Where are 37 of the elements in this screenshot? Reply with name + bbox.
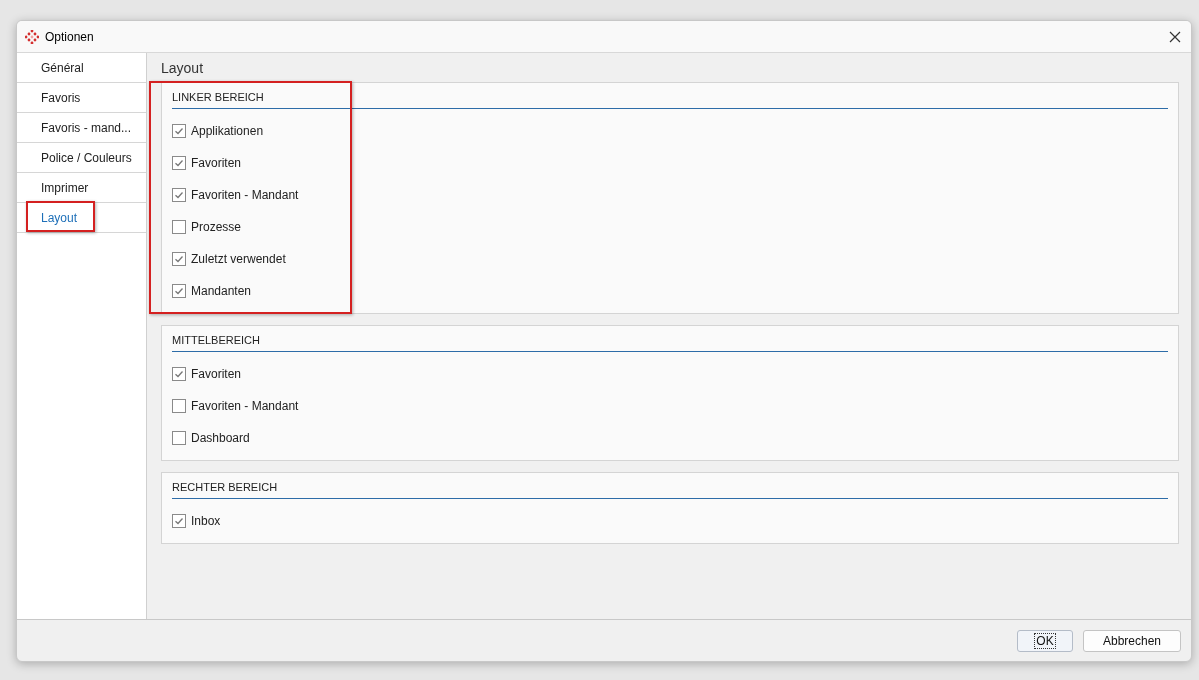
highlight-frame — [26, 201, 95, 232]
checkbox[interactable] — [172, 156, 186, 170]
option-label: Favoriten - Mandant — [191, 399, 299, 413]
check-icon — [174, 254, 184, 264]
option-label: Zuletzt verwendet — [191, 252, 286, 266]
option-label: Applikationen — [191, 124, 264, 138]
check-icon — [174, 190, 184, 200]
app-logo-icon — [25, 29, 39, 44]
checkbox[interactable] — [172, 431, 186, 445]
option-label: Favoriten — [191, 156, 242, 170]
checkbox[interactable] — [172, 284, 186, 298]
checkbox[interactable] — [172, 514, 186, 528]
option-label: Favoriten - Mandant — [191, 188, 299, 202]
section-title: RECHTER BEREICH — [172, 481, 1168, 499]
option-label: Inbox — [191, 514, 221, 528]
checkbox[interactable] — [172, 188, 186, 202]
checkbox[interactable] — [172, 220, 186, 234]
checkbox[interactable] — [172, 367, 186, 381]
check-icon — [174, 158, 184, 168]
option-label: Favoriten — [191, 367, 242, 381]
checkbox[interactable] — [172, 124, 186, 138]
checkbox[interactable] — [172, 399, 186, 413]
section-title: LINKER BEREICH — [172, 91, 1168, 109]
section-title: MITTELBEREICH — [172, 334, 1168, 352]
option-label: Dashboard — [191, 431, 250, 445]
checkbox[interactable] — [172, 252, 186, 266]
page-heading: Layout — [161, 59, 205, 78]
check-icon — [174, 286, 184, 296]
sidebar-item[interactable]: Layout — [17, 203, 146, 233]
ok-button[interactable]: OK — [1017, 629, 1073, 652]
option-label: Prozesse — [191, 220, 242, 234]
check-icon — [174, 126, 184, 136]
option-label: Mandanten — [191, 284, 252, 298]
cancel-button[interactable]: Abbrechen — [1083, 629, 1181, 652]
check-icon — [174, 516, 184, 526]
window-title: Optionen — [45, 29, 95, 44]
check-icon — [174, 369, 184, 379]
